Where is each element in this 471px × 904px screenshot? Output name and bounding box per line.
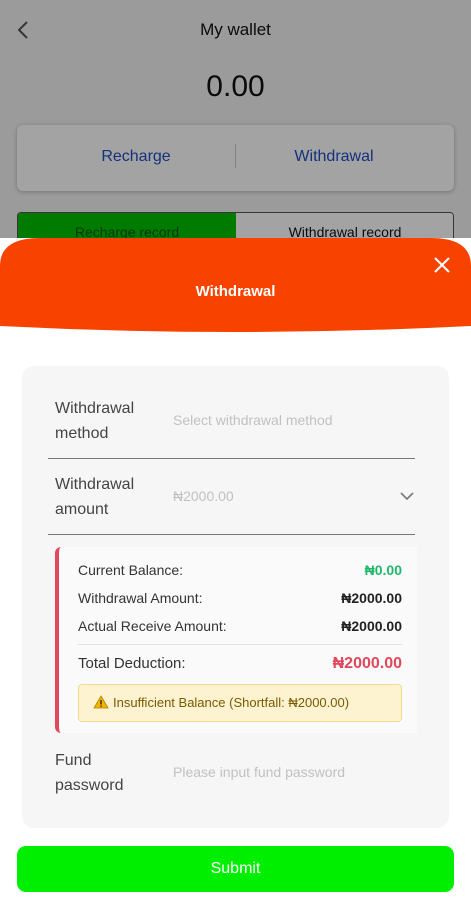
fund-password-label: Fund password — [55, 752, 124, 794]
current-balance-label: Current Balance: — [78, 562, 184, 578]
withdrawal-amount-summary-label: Withdrawal Amount: — [78, 590, 203, 606]
divider — [78, 644, 402, 645]
total-deduction-row: Total Deduction: ₦2000.00 — [78, 655, 402, 672]
total-deduction-value: ₦2000.00 — [332, 655, 402, 672]
withdrawal-form: Withdrawal method Select withdrawal meth… — [22, 366, 449, 828]
withdrawal-amount-label: Withdrawal amount — [55, 476, 135, 518]
fund-password-input[interactable]: Please input fund password — [173, 764, 345, 780]
modal-title: Withdrawal — [195, 283, 276, 300]
chevron-down-icon[interactable] — [399, 491, 415, 501]
current-balance-row: Current Balance: ₦0.00 — [78, 562, 402, 578]
total-deduction-label: Total Deduction: — [78, 655, 186, 672]
divider — [48, 458, 415, 459]
submit-button[interactable]: Submit — [17, 846, 454, 892]
actual-receive-row: Actual Receive Amount: ₦2000.00 — [78, 618, 402, 634]
withdrawal-amount-summary-value: ₦2000.00 — [341, 590, 402, 606]
withdrawal-modal: Withdrawal Withdrawal method Select with… — [0, 238, 471, 904]
warning-text: Insufficient Balance (Shortfall: ₦2000.0… — [113, 695, 350, 710]
current-balance-value: ₦0.00 — [364, 562, 402, 578]
wallet-page: My wallet 0.00 Recharge Withdrawal Recha… — [0, 0, 471, 260]
withdrawal-method-label: Withdrawal method — [55, 400, 135, 442]
divider — [48, 534, 415, 535]
withdrawal-amount-input[interactable]: ₦2000.00 — [173, 488, 234, 504]
insufficient-balance-warning: Insufficient Balance (Shortfall: ₦2000.0… — [78, 684, 402, 722]
withdrawal-amount-row: Withdrawal Amount: ₦2000.00 — [78, 590, 402, 606]
warning-icon — [93, 695, 109, 709]
actual-receive-value: ₦2000.00 — [341, 618, 402, 634]
withdrawal-method-select[interactable]: Select withdrawal method — [173, 412, 333, 428]
modal-overlay[interactable] — [0, 0, 471, 260]
withdrawal-summary: Current Balance: ₦0.00 Withdrawal Amount… — [55, 547, 417, 733]
close-icon[interactable] — [431, 254, 453, 276]
actual-receive-label: Actual Receive Amount: — [78, 618, 227, 634]
